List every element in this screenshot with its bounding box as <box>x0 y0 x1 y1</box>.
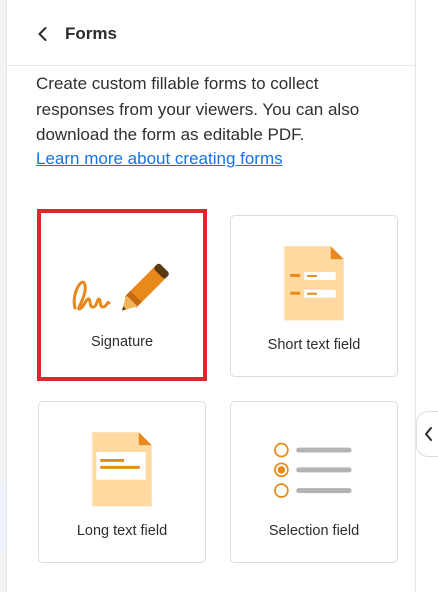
forms-panel: Forms Create custom fillable forms to co… <box>6 0 416 592</box>
short-text-field-card-label: Short text field <box>267 337 361 353</box>
long-text-field-card[interactable]: Long text field <box>38 401 206 563</box>
selection-field-card[interactable]: Selection field <box>230 401 398 563</box>
signature-card-label: Signature <box>90 334 154 350</box>
selection-field-card-label: Selection field <box>268 523 360 539</box>
panel-header: Forms <box>7 0 415 66</box>
learn-more-link[interactable]: Learn more about creating forms <box>36 149 283 169</box>
chevron-left-icon <box>38 27 47 41</box>
signature-pen-icon <box>72 263 169 311</box>
short-text-field-card[interactable]: Short text field <box>230 215 398 377</box>
long-text-document-icon <box>92 432 152 507</box>
signature-card[interactable]: Signature <box>37 209 207 381</box>
long-text-field-card-label: Long text field <box>76 523 168 539</box>
page-title: Forms <box>65 24 117 43</box>
radio-list-icon <box>274 442 352 498</box>
collapse-panel-button[interactable] <box>416 411 438 457</box>
short-text-document-icon <box>284 246 344 321</box>
chevron-left-icon <box>425 427 432 441</box>
forms-description: Create custom fillable forms to collect … <box>36 74 360 144</box>
back-button[interactable] <box>31 22 55 46</box>
